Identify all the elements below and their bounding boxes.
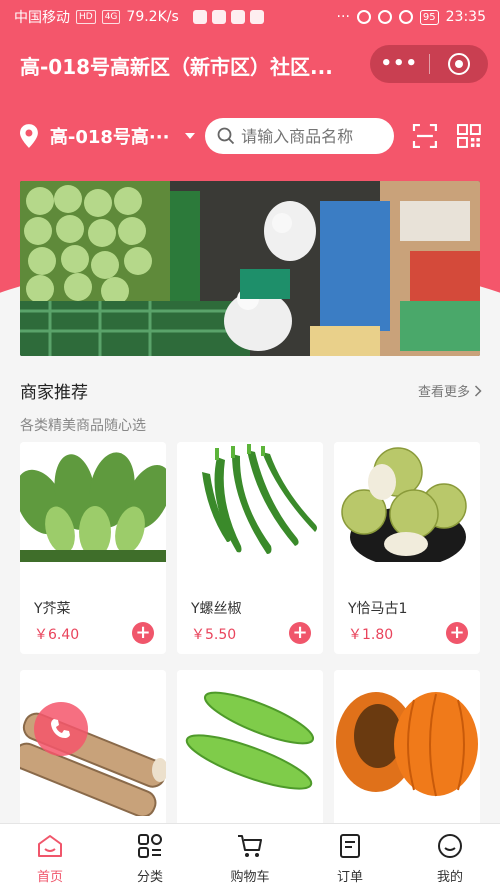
eye-icon [356,10,371,24]
qr-code-icon[interactable] [456,123,482,149]
product-image-turnips [334,442,480,562]
tab-cart[interactable]: 购物车 [200,824,300,889]
tab-label: 首页 [36,870,63,885]
more-button[interactable]: ••• [370,45,429,83]
location-selector[interactable]: 高-018号高··· [50,123,177,149]
home-icon [38,835,62,857]
view-more-link[interactable]: 查看更多 [418,381,482,400]
tab-home[interactable]: 首页 [0,824,100,889]
tab-category[interactable]: 分类 [100,824,200,889]
capsule-menu: ••• [370,45,488,83]
news-icon [249,10,264,24]
product-card[interactable] [20,670,166,830]
status-bar: 中国移动 HD 4G 79.2K/s ··· 95 23:35 [0,0,500,34]
add-to-cart-button[interactable]: + [446,622,468,644]
network-badge: 4G [101,10,121,24]
tiktok-icon [192,10,207,24]
add-to-cart-button[interactable]: + [289,622,311,644]
product-price: ￥5.50 [191,627,237,643]
network-speed: 79.2K/s [126,9,179,25]
hd-badge: HD [76,10,96,24]
tab-bar: 首页 分类 购物车 订单 我的 [0,823,500,889]
product-card[interactable]: Y螺丝椒 ￥5.50 + [177,442,323,654]
tab-orders[interactable]: 订单 [300,824,400,889]
product-price: ￥1.80 [348,627,394,643]
product-price: ￥6.40 [34,627,80,643]
product-card[interactable] [334,670,480,830]
section-subtitle: 各类精美商品随心选 [20,418,146,434]
product-card[interactable] [177,670,323,830]
clock: 23:35 [445,9,486,25]
product-grid: Y芥菜 ￥6.40 + Y螺丝椒 ￥5.50 + Y恰马古1 ￥1.80 + [20,442,480,830]
browser-icon [230,10,245,24]
product-image-pumpkin [334,670,480,816]
more-notifications-icon: ··· [336,9,350,25]
tab-profile[interactable]: 我的 [400,824,500,889]
alarm-icon [377,10,392,24]
search-box[interactable] [205,118,395,154]
product-name: Y恰马古1 [348,601,408,617]
phone-icon [51,719,70,738]
product-card[interactable]: Y恰马古1 ￥1.80 + [334,442,480,654]
search-icon [217,127,235,145]
tab-label: 订单 [336,870,363,885]
nav-bar: 高-018号高新区（新市区）社区... ••• [0,42,500,88]
add-to-cart-button[interactable]: + [132,622,154,644]
notification-icons [192,10,264,24]
product-name: Y螺丝椒 [191,601,242,617]
call-button[interactable] [34,702,88,756]
close-ring-icon [447,53,470,75]
wifi-icon [398,10,413,24]
mail-icon [211,10,226,24]
caret-down-icon[interactable] [185,133,196,139]
tab-label: 购物车 [230,870,270,885]
battery-icon: 95 [419,9,439,25]
product-image-mustard-greens [20,442,166,562]
carrier-label: 中国移动 [14,10,70,26]
view-more-label: 查看更多 [417,385,470,400]
cart-icon [238,835,262,857]
tab-label: 分类 [136,870,163,885]
close-button[interactable] [430,53,489,75]
product-image-bitter-melon [177,670,323,816]
product-image-chili-peppers [177,442,323,562]
search-row: 高-018号高··· [0,116,500,156]
product-card[interactable]: Y芥菜 ￥6.40 + [20,442,166,654]
order-icon [340,834,360,858]
product-name: Y芥菜 [34,601,71,617]
search-input[interactable] [241,126,382,146]
category-icon [138,834,162,858]
location-pin-icon [19,124,38,148]
merchant-recommend-section: 商家推荐 查看更多 各类精美商品随心选 [20,378,482,435]
page-title: 高-018号高新区（新市区）社区... [20,54,333,79]
profile-icon [438,834,462,858]
tab-label: 我的 [436,870,463,885]
promo-banner[interactable] [20,181,480,356]
scan-icon[interactable] [412,123,438,149]
section-title: 商家推荐 [20,383,88,403]
chevron-right-icon [474,384,482,397]
